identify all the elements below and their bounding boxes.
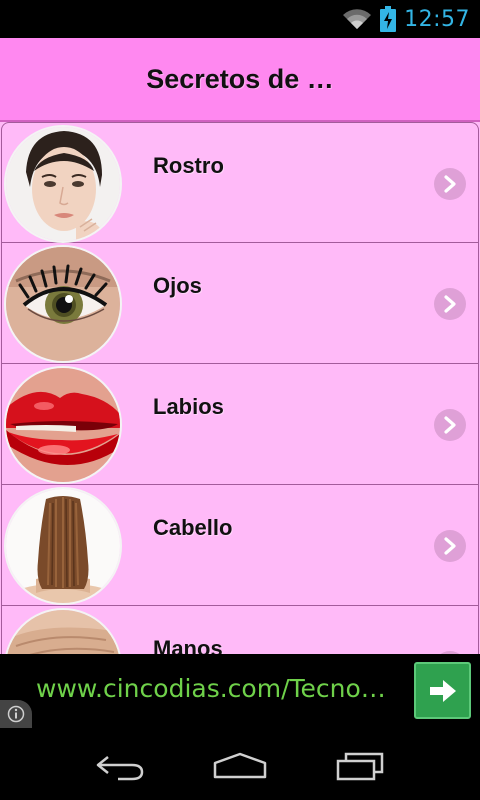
battery-charging-icon bbox=[380, 6, 397, 32]
hands-thumbnail bbox=[4, 608, 122, 654]
info-icon[interactable] bbox=[0, 700, 32, 728]
list-item-label: Manos bbox=[153, 636, 223, 654]
wifi-icon bbox=[342, 7, 372, 31]
list-item-label: Cabello bbox=[153, 515, 233, 540]
lips-thumbnail bbox=[4, 366, 122, 484]
status-time: 12:57 bbox=[404, 6, 470, 32]
list-item-label: Rostro bbox=[153, 153, 224, 178]
face-thumbnail bbox=[4, 125, 122, 243]
ad-link-text[interactable]: www.cincodias.com/Tecnol... bbox=[36, 674, 388, 703]
list-item-cabello[interactable]: Cabello bbox=[1, 485, 479, 606]
list-item-manos[interactable]: Manos bbox=[1, 606, 479, 654]
list-item-rostro[interactable]: Rostro bbox=[1, 122, 479, 243]
hair-thumbnail bbox=[4, 487, 122, 605]
chevron-right-icon bbox=[434, 168, 466, 200]
chevron-right-icon bbox=[434, 288, 466, 320]
list-item-label: Ojos bbox=[153, 273, 202, 298]
navigation-bar bbox=[0, 728, 480, 800]
home-icon[interactable] bbox=[210, 746, 270, 786]
app-screen: 12:57 Secretos de … Rostro Ojos Labios C… bbox=[0, 0, 480, 800]
back-icon[interactable] bbox=[90, 746, 150, 786]
arrow-right-icon[interactable] bbox=[414, 662, 471, 719]
action-bar: Secretos de … bbox=[0, 38, 480, 122]
chevron-right-icon bbox=[434, 409, 466, 441]
list-item-labios[interactable]: Labios bbox=[1, 364, 479, 485]
list-item-ojos[interactable]: Ojos bbox=[1, 243, 479, 364]
eye-thumbnail bbox=[4, 245, 122, 363]
recents-icon[interactable] bbox=[330, 746, 390, 786]
status-bar: 12:57 bbox=[0, 0, 480, 38]
category-list: Rostro Ojos Labios Cabello Manos bbox=[0, 122, 480, 654]
ad-banner[interactable]: www.cincodias.com/Tecnol... bbox=[0, 654, 480, 728]
page-title: Secretos de … bbox=[146, 63, 334, 94]
list-item-label: Labios bbox=[153, 394, 224, 419]
chevron-right-icon bbox=[434, 530, 466, 562]
